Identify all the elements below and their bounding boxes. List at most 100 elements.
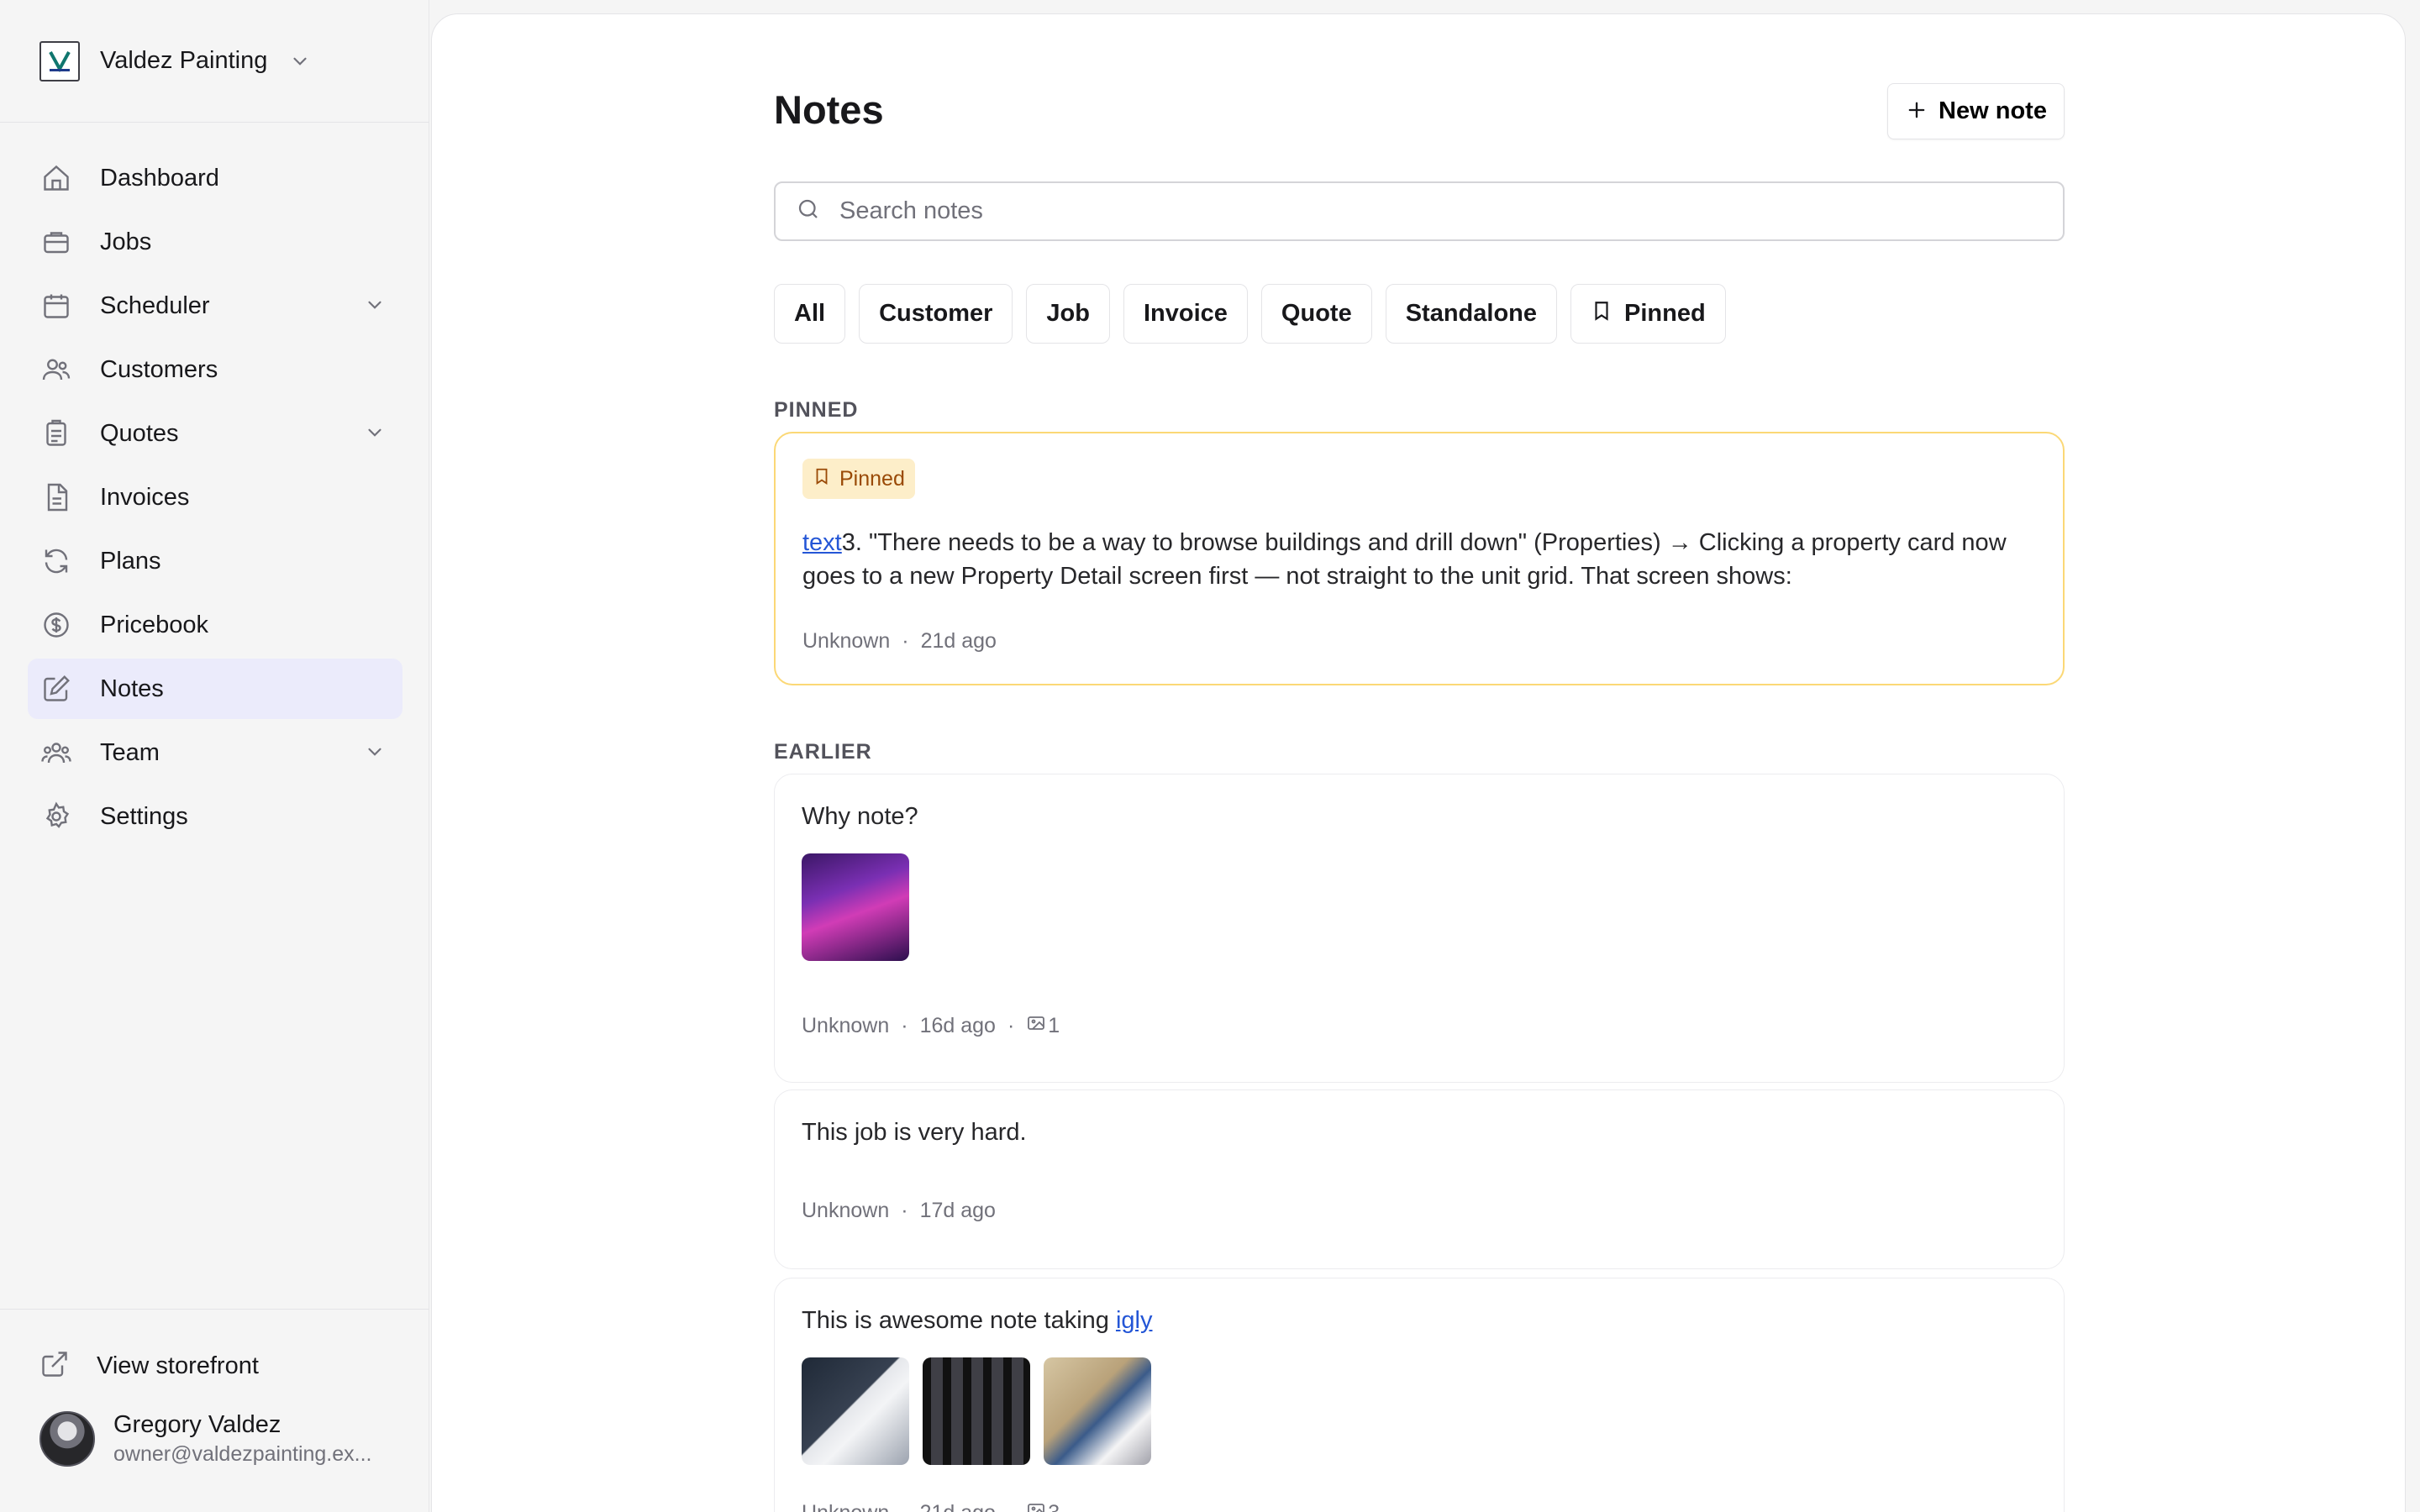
sidebar-item-customers[interactable]: Customers — [28, 339, 402, 400]
note-author: Unknown — [802, 629, 891, 653]
filter-label: Pinned — [1624, 300, 1706, 327]
search-box — [774, 181, 2065, 241]
note-body: 3. "There needs to be a way to browse bu… — [802, 529, 2007, 590]
sidebar-item-jobs[interactable]: Jobs — [28, 212, 402, 272]
sidebar-item-plans[interactable]: Plans — [28, 531, 402, 591]
meta-separator: · — [1007, 1014, 1015, 1037]
user-menu[interactable]: Gregory Valdez owner@valdezpainting.ex..… — [39, 1411, 372, 1467]
image-icon — [1026, 1013, 1046, 1039]
note-attachments — [802, 1357, 1151, 1465]
note-body: This is awesome note taking — [802, 1307, 1116, 1334]
external-link-icon — [39, 1349, 70, 1383]
filter-job[interactable]: Job — [1026, 284, 1110, 344]
bookmark-icon — [1591, 300, 1612, 328]
main-panel: Notes New note All Customer Job Invoice … — [431, 13, 2406, 1512]
note-body: This job is very hard. — [802, 1119, 1027, 1146]
chevron-down-icon[interactable] — [364, 741, 386, 767]
sidebar-item-label: Dashboard — [100, 164, 219, 192]
sidebar-item-settings[interactable]: Settings — [28, 786, 402, 847]
note-card-pinned[interactable]: Pinned text3. "There needs to be a way t… — [774, 432, 2065, 685]
users-icon — [39, 353, 73, 386]
sidebar: Valdez Painting Dashboard Jobs Scheduler — [0, 0, 429, 1512]
note-meta: Unknown · 17d ago — [802, 1199, 996, 1223]
dollar-icon — [39, 608, 73, 642]
team-icon — [39, 736, 73, 769]
bookmark-icon — [813, 467, 831, 491]
attachment-thumbnail[interactable] — [1044, 1357, 1151, 1465]
note-author: Unknown — [802, 1014, 890, 1037]
sidebar-item-team[interactable]: Team — [28, 722, 402, 783]
search-icon — [796, 197, 821, 226]
filter-tabs: All Customer Job Invoice Quote Standalon… — [774, 284, 1726, 344]
sidebar-item-invoices[interactable]: Invoices — [28, 467, 402, 528]
sidebar-item-quotes[interactable]: Quotes — [28, 403, 402, 464]
section-label-pinned: PINNED — [774, 398, 859, 422]
note-link[interactable]: text — [802, 529, 842, 556]
sidebar-item-label: Jobs — [100, 228, 152, 255]
pinned-badge: Pinned — [802, 459, 915, 499]
filter-pinned[interactable]: Pinned — [1570, 284, 1726, 344]
filter-standalone[interactable]: Standalone — [1385, 284, 1558, 344]
attachment-thumbnail[interactable] — [802, 853, 909, 961]
sidebar-item-dashboard[interactable]: Dashboard — [28, 148, 402, 208]
sidebar-item-scheduler[interactable]: Scheduler — [28, 276, 402, 336]
note-author: Unknown — [802, 1199, 890, 1222]
note-author: Unknown — [802, 1501, 889, 1512]
filter-label: All — [794, 300, 826, 327]
sidebar-item-label: Scheduler — [100, 291, 210, 319]
home-icon — [39, 161, 73, 195]
meta-separator: · — [901, 1501, 908, 1512]
filter-label: Standalone — [1405, 300, 1538, 327]
image-icon — [1026, 1500, 1046, 1512]
meta-separator: · — [902, 629, 909, 653]
attachment-thumbnail[interactable] — [802, 1357, 909, 1465]
filter-invoice[interactable]: Invoice — [1123, 284, 1248, 344]
meta-separator: · — [901, 1014, 908, 1037]
workspace-switcher[interactable]: Valdez Painting — [0, 0, 429, 123]
image-count: 1 — [1048, 1014, 1060, 1037]
chevron-down-icon[interactable] — [364, 422, 386, 448]
pencil-icon — [39, 672, 73, 706]
sidebar-item-label: Pricebook — [100, 611, 208, 638]
filter-all[interactable]: All — [774, 284, 846, 344]
chevron-down-icon — [289, 50, 311, 72]
note-link[interactable]: igly — [1116, 1307, 1153, 1334]
gear-icon — [39, 800, 73, 833]
filter-label: Job — [1046, 300, 1090, 327]
sidebar-item-notes[interactable]: Notes — [28, 659, 402, 719]
refresh-icon — [39, 544, 73, 578]
note-card[interactable]: This is awesome note taking igly Unknown… — [774, 1278, 2065, 1512]
filter-quote[interactable]: Quote — [1260, 284, 1372, 344]
attachment-thumbnail[interactable] — [923, 1357, 1030, 1465]
note-text: This is awesome note taking igly — [802, 1304, 1152, 1337]
file-icon — [39, 480, 73, 514]
note-time: 21d ago — [920, 1501, 996, 1512]
search-input[interactable] — [839, 197, 2016, 225]
note-card[interactable]: This job is very hard. Unknown · 17d ago — [774, 1089, 2065, 1269]
note-meta: Unknown · 21d ago — [802, 629, 997, 654]
view-storefront-label: View storefront — [97, 1352, 259, 1379]
note-meta: Unknown · 21d ago · 3 — [802, 1500, 1060, 1512]
user-email: owner@valdezpainting.ex... — [113, 1442, 372, 1466]
new-note-button[interactable]: New note — [1887, 83, 2065, 139]
page-title: Notes — [774, 87, 884, 132]
sidebar-nav: Dashboard Jobs Scheduler Customers Quote… — [28, 148, 402, 850]
sidebar-divider — [0, 1309, 429, 1310]
filter-label: Customer — [879, 300, 993, 327]
chevron-down-icon[interactable] — [364, 294, 386, 320]
workspace-name: Valdez Painting — [100, 47, 268, 74]
view-storefront-link[interactable]: View storefront — [28, 1336, 402, 1396]
section-label-earlier: EARLIER — [774, 740, 872, 764]
note-text: text3. "There needs to be a way to brows… — [802, 526, 2038, 593]
plus-icon — [1905, 98, 1928, 124]
filter-customer[interactable]: Customer — [859, 284, 1013, 344]
user-name: Gregory Valdez — [113, 1411, 281, 1438]
sidebar-item-label: Team — [100, 738, 160, 766]
briefcase-icon — [39, 225, 73, 259]
filter-label: Quote — [1281, 300, 1352, 327]
sidebar-item-label: Notes — [100, 675, 164, 702]
meta-separator: · — [1007, 1501, 1014, 1512]
note-card[interactable]: Why note? Unknown · 16d ago · 1 — [774, 774, 2065, 1083]
sidebar-item-pricebook[interactable]: Pricebook — [28, 595, 402, 655]
note-meta: Unknown · 16d ago · 1 — [802, 1013, 1060, 1039]
